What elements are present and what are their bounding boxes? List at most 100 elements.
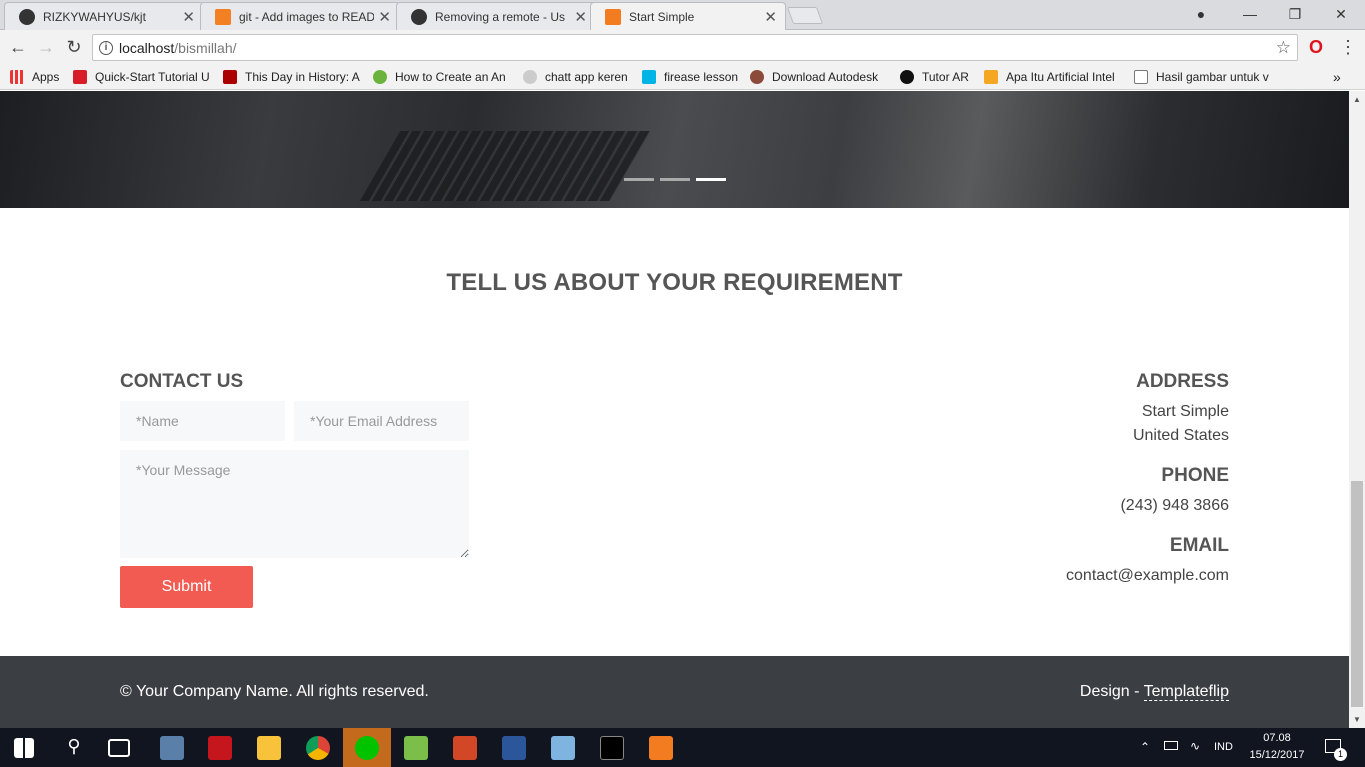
terminal-icon[interactable] <box>600 736 624 760</box>
bookmark-label: Quick-Start Tutorial U <box>95 70 210 84</box>
bookmark-label: Apps <box>32 70 60 84</box>
bookmark-item[interactable]: Hasil gambar untuk v <box>1134 68 1274 86</box>
bookmarks-bar: Apps Quick-Start Tutorial U This Day in … <box>0 64 1365 90</box>
line-icon <box>355 736 379 760</box>
photos-app-icon[interactable] <box>160 736 184 760</box>
search-icon[interactable]: ⚲ <box>62 736 86 760</box>
scroll-up-icon[interactable]: ▲ <box>1353 95 1361 104</box>
submit-button[interactable]: Submit <box>120 566 253 608</box>
address-line-2: United States <box>1132 427 1229 444</box>
email-value: contact@example.com <box>1066 567 1229 584</box>
autodesk-icon <box>750 70 764 84</box>
forward-icon[interactable]: → <box>34 35 58 59</box>
message-field[interactable] <box>120 450 469 558</box>
close-icon[interactable]: ✕ <box>764 8 777 26</box>
email-field[interactable] <box>294 401 469 441</box>
windows-start-icon[interactable] <box>14 738 34 758</box>
tab-1[interactable]: RIZKYWAHYUS/kjt ✕ <box>4 2 204 30</box>
sublime-icon[interactable] <box>404 736 428 760</box>
page-icon <box>1134 70 1148 84</box>
notification-badge: 1 <box>1334 748 1347 761</box>
word-icon[interactable] <box>502 736 526 760</box>
url-host: localhost <box>119 39 175 56</box>
address-bar[interactable]: i localhost/bismillah/ ☆ <box>92 34 1298 61</box>
tab-3[interactable]: Removing a remote - Us ✕ <box>396 2 596 30</box>
bookmark-label: Apa Itu Artificial Intel <box>1006 70 1115 84</box>
github-icon <box>411 8 427 25</box>
powerpoint-icon[interactable] <box>453 736 477 760</box>
copyright-text: © Your Company Name. All rights reserved… <box>120 683 429 700</box>
address-heading: ADDRESS <box>1136 371 1229 392</box>
bookmark-star-icon[interactable]: ☆ <box>1276 38 1291 58</box>
close-icon[interactable]: ✕ <box>378 8 391 26</box>
infinity-icon <box>523 70 537 84</box>
scrollbar-thumb[interactable] <box>1351 481 1363 707</box>
browser-toolbar: ← → ↻ i localhost/bismillah/ ☆ O ⋮ <box>0 30 1365 64</box>
xampp-icon <box>605 8 621 25</box>
profile-icon[interactable]: ● <box>1178 0 1224 28</box>
scroll-down-icon[interactable]: ▼ <box>1353 715 1361 724</box>
menu-icon[interactable]: ⋮ <box>1336 35 1360 59</box>
bookmark-item[interactable]: chatt app keren <box>523 68 628 86</box>
page-scrollbar[interactable]: ▲ ▼ <box>1349 91 1365 728</box>
design-credit: Design - Templateflip <box>1080 683 1229 701</box>
design-prefix: Design - <box>1079 683 1144 700</box>
task-view-icon[interactable] <box>108 739 130 757</box>
close-icon[interactable]: ✕ <box>182 8 195 26</box>
bookmark-item[interactable]: Download Autodesk <box>750 68 890 86</box>
contact-heading: CONTACT US <box>120 371 244 392</box>
file-explorer-icon[interactable] <box>257 736 281 760</box>
carousel-indicator[interactable] <box>660 178 690 181</box>
github-icon <box>19 8 35 25</box>
close-icon[interactable]: ✕ <box>574 8 587 26</box>
carousel-indicator-active[interactable] <box>696 178 726 181</box>
xampp-icon[interactable] <box>649 736 673 760</box>
bookmark-label: How to Create an An <box>395 70 506 84</box>
tray-chevron-icon[interactable]: ⌃ <box>1140 740 1150 754</box>
info-icon[interactable]: i <box>99 40 113 55</box>
bookmark-label: Download Autodesk <box>772 70 879 84</box>
email-heading: EMAIL <box>1169 535 1229 556</box>
back-icon[interactable]: ← <box>6 35 30 59</box>
bookmark-item[interactable]: Quick-Start Tutorial U <box>73 68 213 86</box>
bookmark-item[interactable]: This Day in History: A <box>223 68 363 86</box>
site-footer: © Your Company Name. All rights reserved… <box>0 656 1349 728</box>
address-line-1: Start Simple <box>1141 403 1229 420</box>
wifi-icon[interactable]: ∿ <box>1190 739 1200 753</box>
carousel-indicator[interactable] <box>624 178 654 181</box>
clock-date[interactable]: 15/12/2017 <box>1248 749 1306 761</box>
new-tab-button[interactable] <box>786 7 824 24</box>
minimize-button[interactable]: — <box>1227 0 1273 28</box>
bookmark-label: Tutor AR <box>922 70 969 84</box>
close-window-button[interactable]: ✕ <box>1318 0 1364 28</box>
tab-label: Removing a remote - Us <box>435 9 566 24</box>
bookmark-item[interactable]: firease lesson <box>642 68 738 86</box>
oracle-icon <box>73 70 87 84</box>
templateflip-link[interactable]: Templateflip <box>1143 683 1229 701</box>
more-bookmarks-button[interactable]: » <box>1333 68 1341 86</box>
tab-4-active[interactable]: Start Simple ✕ <box>590 2 786 30</box>
bookmark-item[interactable]: Apa Itu Artificial Intel <box>984 68 1122 86</box>
name-field[interactable] <box>120 401 285 441</box>
bookmark-label: firease lesson <box>664 70 739 84</box>
leaf-icon <box>373 70 387 84</box>
bookmark-item[interactable]: How to Create an An <box>373 68 513 86</box>
tab-label: git - Add images to READ <box>239 9 375 24</box>
line-app-highlight[interactable] <box>343 728 391 767</box>
bookmark-apps[interactable]: Apps <box>10 68 59 86</box>
battery-icon[interactable] <box>1164 741 1178 750</box>
page-viewport: TELL US ABOUT YOUR REQUIREMENT CONTACT U… <box>0 91 1349 728</box>
acrobat-icon[interactable] <box>208 736 232 760</box>
virtualbox-icon[interactable] <box>551 736 575 760</box>
bookmark-label: This Day in History: A <box>245 70 360 84</box>
chrome-icon[interactable] <box>306 736 330 760</box>
opera-icon[interactable]: O <box>1304 35 1328 59</box>
restore-button[interactable]: ❐ <box>1272 0 1318 28</box>
clock-time[interactable]: 07.08 <box>1248 732 1306 744</box>
apps-grid-icon <box>10 70 24 84</box>
stackoverflow-icon <box>215 8 231 25</box>
tab-2[interactable]: git - Add images to READ ✕ <box>200 2 400 30</box>
bookmark-item[interactable]: Tutor AR <box>900 68 969 86</box>
reload-icon[interactable]: ↻ <box>62 35 86 59</box>
language-indicator[interactable]: IND <box>1214 741 1233 753</box>
